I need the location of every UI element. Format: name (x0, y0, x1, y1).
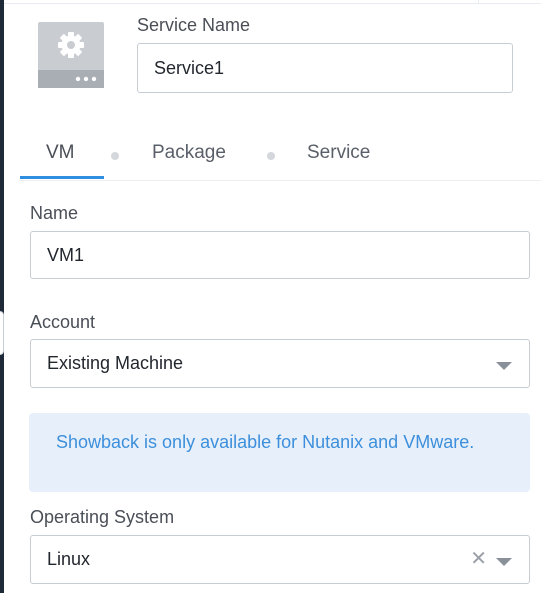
tab-service[interactable]: Service (307, 142, 370, 164)
close-icon[interactable]: ✕ (470, 547, 487, 571)
os-label: Operating System (30, 507, 175, 527)
account-select[interactable]: Existing Machine (30, 339, 530, 388)
tab-bar: VM Package Service (19, 138, 541, 181)
tab-vm[interactable]: VM (46, 142, 75, 164)
vm-name-value: VM1 (47, 244, 85, 265)
os-select[interactable]: Linux ✕ (30, 535, 530, 584)
tab-separator-dot (267, 152, 275, 160)
gear-server-icon (38, 22, 104, 88)
os-value: Linux (47, 549, 91, 569)
showback-info-banner: Showback is only available for Nutanix a… (29, 413, 530, 492)
tab-package[interactable]: Package (152, 142, 226, 164)
vm-name-label: Name (30, 203, 79, 223)
active-tab-indicator (20, 176, 104, 179)
account-value: Existing Machine (47, 353, 184, 373)
account-label: Account (30, 312, 96, 332)
top-divider-tick (478, 0, 479, 4)
showback-info-text: Showback is only available for Nutanix a… (56, 432, 475, 452)
tab-separator-dot (111, 152, 119, 160)
vm-name-input[interactable]: VM1 (30, 231, 530, 279)
panel-resize-handle[interactable] (0, 311, 4, 355)
left-rail (0, 0, 4, 593)
service-name-label: Service Name (137, 15, 251, 35)
chevron-down-icon[interactable] (496, 362, 512, 370)
top-divider (4, 3, 541, 4)
service-name-input[interactable]: Service1 (137, 43, 513, 93)
service-name-value: Service1 (154, 57, 225, 78)
chevron-down-icon[interactable] (496, 558, 512, 566)
